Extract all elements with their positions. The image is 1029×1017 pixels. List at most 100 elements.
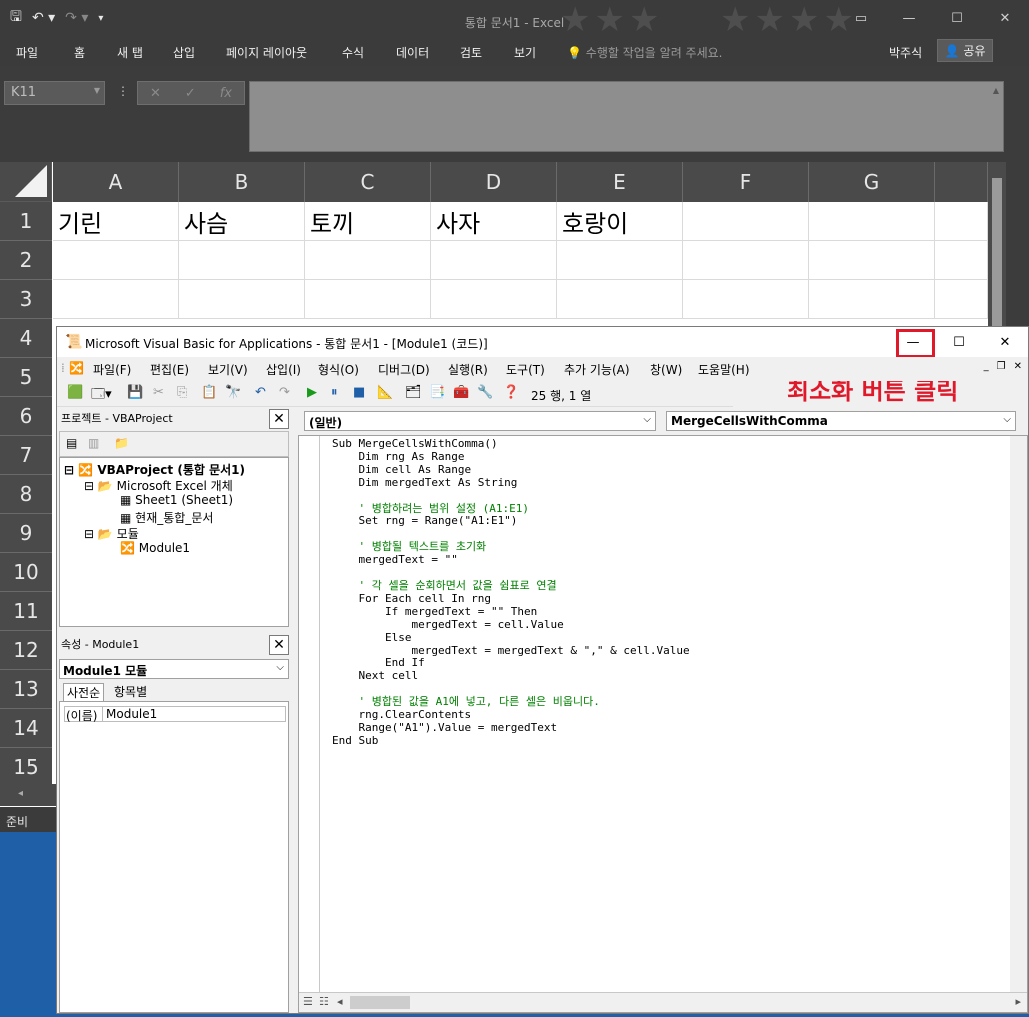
code-editor[interactable]: Sub MergeCellsWithComma() Dim rng As Ran… [298, 435, 1028, 1013]
cell-f2[interactable] [683, 241, 809, 280]
row-header[interactable]: 1 [0, 202, 52, 241]
vba-maximize-button[interactable]: ☐ [936, 327, 982, 357]
property-value[interactable]: Module1 [103, 707, 157, 721]
view-code-icon[interactable]: ▤ [66, 436, 77, 450]
design-mode-icon[interactable]: 📐 [377, 385, 393, 400]
maximize-button[interactable]: ☐ [933, 0, 981, 36]
code-text[interactable]: Sub MergeCellsWithComma() Dim rng As Ran… [332, 437, 690, 748]
share-button[interactable]: 👤 공유 [937, 39, 993, 62]
menu-debug[interactable]: 디버그(D) [378, 361, 430, 378]
select-all-button[interactable] [0, 162, 52, 202]
full-module-view-icon[interactable]: ☷ [319, 995, 329, 1008]
cell-g3[interactable] [809, 280, 935, 319]
tab-view[interactable]: 보기 [514, 44, 536, 61]
mdi-minimize-icon[interactable]: _ [984, 361, 989, 372]
paste-icon[interactable]: 📋 [201, 385, 217, 400]
insert-function-icon[interactable]: fx [220, 86, 232, 101]
insert-module-icon[interactable]: 🗔▾ [91, 385, 112, 407]
property-row-name[interactable]: (이름) Module1 [64, 706, 286, 723]
code-line[interactable]: Range("A1").Value = mergedText [332, 721, 690, 735]
row-header[interactable]: 6 [0, 397, 52, 436]
ribbon-display-icon[interactable]: ▭ [837, 0, 885, 36]
tree-item-vbaproject[interactable]: ⊟ 🔀 VBAProject (통합 문서1) [64, 461, 245, 478]
find-icon[interactable]: 🔭 [225, 385, 241, 400]
column-header-e[interactable]: E [557, 162, 683, 202]
tab-review[interactable]: 검토 [460, 44, 482, 61]
code-line[interactable]: mergedText = "" [332, 553, 690, 567]
view-object-icon[interactable]: ▥ [88, 436, 99, 450]
tree-item-sheet1[interactable]: ▦ Sheet1 (Sheet1) [120, 493, 233, 507]
menu-format[interactable]: 형식(O) [318, 361, 359, 378]
row-header[interactable]: 12 [0, 631, 52, 670]
row-header[interactable]: 2 [0, 241, 52, 280]
column-header-a[interactable]: A [53, 162, 179, 202]
project-explorer-icon[interactable]: 🗂 [405, 385, 422, 400]
tree-item-module1[interactable]: 🔀 Module1 [120, 541, 190, 555]
vba-close-button[interactable]: ✕ [982, 327, 1028, 357]
row-header[interactable]: 11 [0, 592, 52, 631]
column-header-b[interactable]: B [179, 162, 305, 202]
tab-new[interactable]: 새 탭 [117, 44, 143, 61]
enter-icon[interactable]: ✓ [185, 86, 196, 101]
code-line[interactable]: For Each cell In rng [332, 592, 690, 606]
code-line[interactable]: rng.ClearContents [332, 708, 690, 722]
tab-home[interactable]: 홈 [74, 44, 85, 61]
cut-icon[interactable]: ✂ [153, 385, 164, 400]
code-line[interactable]: Dim rng As Range [332, 450, 690, 464]
chevron-down-icon[interactable]: ⌵ [276, 662, 284, 673]
column-header-g[interactable]: G [809, 162, 935, 202]
tab-data[interactable]: 데이터 [396, 44, 429, 61]
mdi-close-icon[interactable]: ✕ [1014, 361, 1022, 372]
chevron-down-icon[interactable]: ▼ [94, 86, 100, 95]
code-line[interactable]: mergedText = cell.Value [332, 618, 690, 632]
vba-excel-icon[interactable]: 🔀 [69, 361, 84, 375]
row-header[interactable]: 8 [0, 475, 52, 514]
code-line[interactable] [332, 490, 690, 503]
break-icon[interactable]: ⏸ [331, 385, 338, 400]
tab-formulas[interactable]: 수식 [342, 44, 364, 61]
help-icon[interactable]: ❓ [503, 385, 519, 400]
project-panel-close-icon[interactable]: ✕ [269, 409, 289, 429]
object-dropdown[interactable]: (일반) ⌵ [304, 411, 656, 431]
redo-icon[interactable]: ↷ [279, 385, 290, 400]
cell-c3[interactable] [305, 280, 431, 319]
code-line[interactable]: Dim mergedText As String [332, 476, 690, 490]
save-icon[interactable]: 💾 [127, 385, 143, 400]
column-header-h[interactable] [935, 162, 988, 202]
tab-file[interactable]: 파일 [16, 44, 38, 61]
menu-file[interactable]: 파일(F) [93, 361, 131, 378]
menu-run[interactable]: 실행(R) [448, 361, 488, 378]
minimize-button[interactable]: — [885, 0, 933, 36]
tab-categorized[interactable]: 항목별 [111, 683, 150, 700]
chevron-down-icon[interactable]: ⌵ [643, 414, 651, 425]
code-line[interactable]: ' 각 셀을 순회하면서 값을 쉼표로 연결 [332, 579, 690, 593]
column-header-f[interactable]: F [683, 162, 809, 202]
view-excel-icon[interactable]: 🟩 [67, 385, 83, 400]
cell-c1[interactable]: 토끼 [305, 202, 431, 241]
row-header[interactable]: 7 [0, 436, 52, 475]
code-line[interactable]: Dim cell As Range [332, 463, 690, 477]
menu-edit[interactable]: 편집(E) [150, 361, 189, 378]
tab-page-layout[interactable]: 페이지 레이아웃 [226, 44, 307, 61]
properties-panel-close-icon[interactable]: ✕ [269, 635, 289, 655]
cell-b3[interactable] [179, 280, 305, 319]
cell-b1[interactable]: 사슴 [179, 202, 305, 241]
menu-addins[interactable]: 추가 기능(A) [564, 361, 630, 378]
chevron-down-icon[interactable]: ⌵ [1003, 414, 1011, 425]
cell-e1[interactable]: 호랑이 [557, 202, 683, 241]
name-box[interactable]: K11 ▼ [4, 81, 105, 105]
cell-g1[interactable] [809, 202, 935, 241]
menu-view[interactable]: 보기(V) [208, 361, 248, 378]
cell-f1[interactable] [683, 202, 809, 241]
cell-b2[interactable] [179, 241, 305, 280]
cell-h3[interactable] [935, 280, 988, 319]
properties-window-icon[interactable]: 📑 [429, 385, 445, 400]
cell-a3[interactable] [53, 280, 179, 319]
tree-item-thisworkbook[interactable]: ▦ 현재_통합_문서 [120, 509, 213, 526]
scroll-left-icon[interactable]: ◂ [337, 995, 343, 1008]
code-margin[interactable] [299, 436, 320, 992]
cell-d1[interactable]: 사자 [431, 202, 557, 241]
code-line[interactable]: Set rng = Range("A1:E1") [332, 515, 690, 528]
user-name[interactable]: 박주식 [889, 44, 922, 61]
code-line[interactable]: End Sub [332, 734, 690, 748]
